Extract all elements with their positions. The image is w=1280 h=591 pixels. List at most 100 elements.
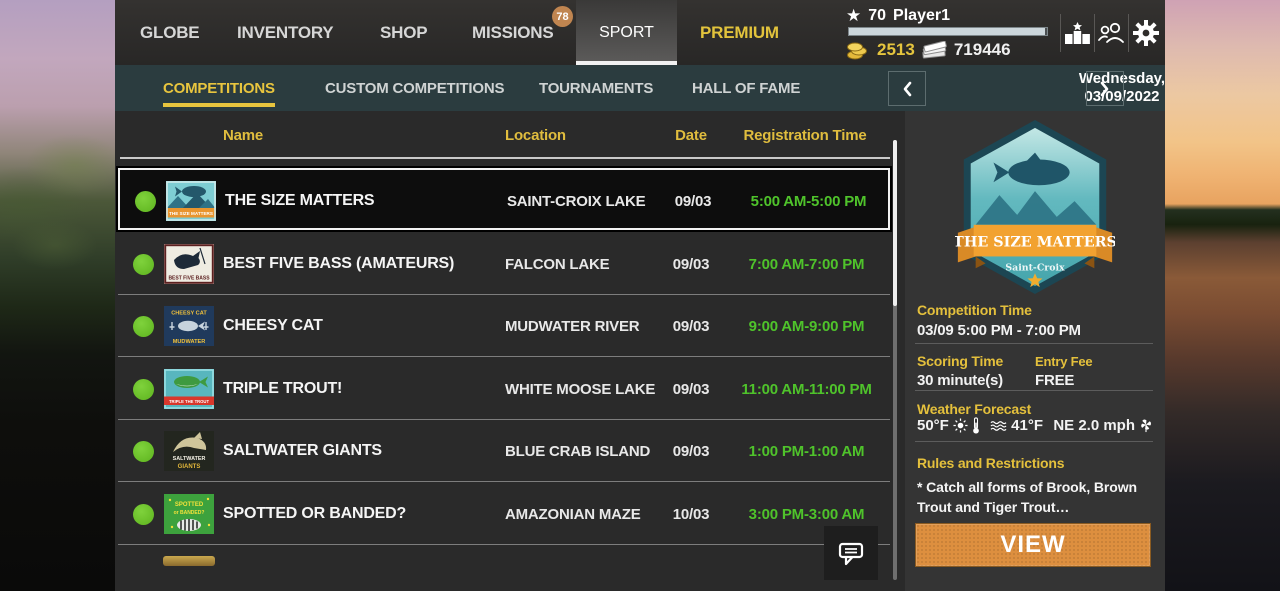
entry-fee-value: FREE [1035, 372, 1075, 389]
player-level: 70 [868, 7, 887, 24]
air-temp-value: 50°F [917, 417, 949, 434]
nav-shop[interactable]: SHOP [380, 0, 428, 65]
status-open-dot-icon [133, 316, 154, 337]
competition-location: MUDWATER RIVER [505, 317, 640, 335]
competition-name: CHEESY CAT [223, 317, 323, 334]
competition-reg-time: 1:00 PM-1:00 AM [748, 442, 865, 460]
water-temp-value: 41°F [1011, 417, 1044, 434]
competition-reg-time: 5:00 AM-5:00 PM [750, 192, 867, 210]
wind-info: NE 2.0 mph [1053, 417, 1153, 434]
competition-date: 09/03 [672, 442, 710, 460]
status-open-dot-icon [133, 379, 154, 400]
competition-details-panel: THE SIZE MATTERS Saint-Croix Competition… [905, 111, 1165, 591]
tab-custom-competitions[interactable]: CUSTOM COMPETITIONS [325, 65, 504, 111]
column-header-name: Name [223, 127, 264, 144]
table-row-partial[interactable] [118, 545, 890, 591]
wind-fan-icon [1141, 419, 1152, 433]
table-row-triple-trout[interactable]: TRIPLE THE TROUT TRIPLE TROUT! WHITE MOO… [118, 358, 890, 420]
chat-button[interactable] [824, 526, 878, 580]
chat-bubble-icon [838, 542, 864, 566]
level-star-icon: ★ [846, 6, 862, 26]
friends-button[interactable] [1095, 14, 1128, 52]
rules-label: Rules and Restrictions [917, 455, 1065, 471]
competition-logo-partial [163, 556, 215, 566]
status-open-dot-icon [135, 191, 156, 212]
table-row-the-size-matters[interactable]: THE SIZE MATTERS THE SIZE MATTERS SAINT-… [118, 168, 890, 230]
view-button[interactable]: VIEW [915, 523, 1151, 567]
weather-forecast-row: 50°F 41°F NE 2.0 mph [917, 417, 1153, 434]
competition-reg-time: 9:00 AM-9:00 PM [748, 317, 865, 335]
xp-progress-bar [848, 27, 1048, 36]
nav-sport-label: SPORT [599, 23, 654, 41]
competition-logo-the-size-matters: THE SIZE MATTERS [165, 181, 217, 221]
svg-text:or BANDED?: or BANDED? [174, 510, 205, 516]
nav-missions[interactable]: MISSIONS [472, 0, 554, 65]
competition-name: THE SIZE MATTERS [225, 192, 375, 209]
competition-time-label: Competition Time [917, 302, 1032, 318]
leaderboard-button[interactable] [1061, 14, 1094, 52]
nav-premium[interactable]: PREMIUM [700, 0, 779, 65]
competition-location: WHITE MOOSE LAKE [505, 380, 656, 398]
svg-text:TRIPLE THE TROUT: TRIPLE THE TROUT [169, 399, 209, 404]
column-header-location: Location [505, 127, 566, 144]
wind-value: NE 2.0 mph [1053, 417, 1135, 434]
cash-amount: 719446 [953, 40, 1011, 59]
competition-name: SPOTTED OR BANDED? [223, 505, 407, 522]
table-row-spotted-or-banded[interactable]: SPOTTED or BANDED? SPOTTED OR BANDED? AM… [118, 483, 890, 545]
status-open-dot-icon [133, 504, 154, 525]
gold-coins-icon [847, 42, 867, 60]
svg-text:THE SIZE MATTERS: THE SIZE MATTERS [169, 211, 213, 216]
competition-name: TRIPLE TROUT! [223, 380, 343, 397]
column-header-registration-time: Registration Time [743, 127, 867, 144]
leaderboard-icon [1065, 22, 1090, 44]
banknotes-icon [922, 40, 947, 59]
competitions-content: Name Location Date Registration Time THE… [115, 111, 1165, 591]
tab-tournaments[interactable]: TOURNAMENTS [539, 65, 653, 111]
status-open-dot-icon [133, 441, 154, 462]
table-row-best-five-bass[interactable]: BEST FIVE BASS BEST FIVE BASS (AMATEURS)… [118, 233, 890, 295]
next-day-button[interactable] [1086, 71, 1124, 106]
competition-date: 09/03 [674, 192, 712, 210]
tab-hall-of-fame[interactable]: HALL OF FAME [692, 65, 800, 111]
previous-day-button[interactable] [888, 71, 926, 106]
competition-name: SALTWATER GIANTS [223, 442, 382, 459]
currency-row: 2513 719446 [846, 40, 1011, 60]
badge-title: THE SIZE MATTERS [955, 235, 1115, 251]
nav-sport[interactable]: SPORT [576, 0, 677, 65]
svg-text:GIANTS: GIANTS [178, 464, 201, 470]
competition-logo-best-five-bass: BEST FIVE BASS [163, 244, 215, 284]
tab-competitions[interactable]: COMPETITIONS [163, 65, 275, 111]
competition-reg-time: 7:00 AM-7:00 PM [748, 255, 865, 273]
table-row-cheesy-cat[interactable]: CHEESY CAT MUDWATER CHEESY CAT MUDWATER … [118, 295, 890, 357]
chevron-right-icon [1100, 81, 1109, 96]
settings-button[interactable] [1129, 14, 1162, 52]
table-row-saltwater-giants[interactable]: SALTWATER GIANTS SALTWATER GIANTS BLUE C… [118, 420, 890, 482]
competition-badge: THE SIZE MATTERS Saint-Croix [953, 118, 1117, 296]
svg-text:CHEESY CAT: CHEESY CAT [171, 311, 207, 317]
svg-text:BEST FIVE BASS: BEST FIVE BASS [168, 276, 210, 282]
competition-location: SAINT-CROIX LAKE [507, 192, 646, 210]
competition-logo-saltwater-giants: SALTWATER GIANTS [163, 431, 215, 471]
scoring-time-label: Scoring Time [917, 353, 1004, 369]
nav-inventory[interactable]: INVENTORY [237, 0, 334, 65]
missions-count-badge: 78 [552, 6, 573, 27]
svg-text:MUDWATER: MUDWATER [173, 339, 206, 345]
player-info[interactable]: ★ 70 Player1 [846, 6, 950, 26]
nav-globe[interactable]: GLOBE [140, 0, 200, 65]
scrollbar-thumb[interactable] [893, 140, 897, 306]
xp-progress-fill [849, 28, 1046, 35]
game-screen: GLOBE INVENTORY SHOP MISSIONS 78 SPORT P… [0, 0, 1280, 591]
competition-reg-time: 11:00 AM-11:00 PM [741, 380, 872, 398]
coins-amount: 2513 [877, 40, 915, 59]
table-scrollbar[interactable] [893, 140, 897, 580]
svg-text:SALTWATER: SALTWATER [173, 456, 206, 462]
divider [915, 343, 1153, 344]
competition-date: 09/03 [672, 317, 710, 335]
svg-text:SPOTTED: SPOTTED [175, 502, 204, 508]
entry-fee-label: Entry Fee [1035, 354, 1093, 369]
status-open-dot-icon [133, 254, 154, 275]
rules-text: * Catch all forms of Brook, Brown Trout … [917, 479, 1137, 515]
chevron-left-icon [903, 81, 912, 96]
settings-gear-icon [1132, 20, 1159, 46]
thermometer-icon [973, 417, 979, 434]
